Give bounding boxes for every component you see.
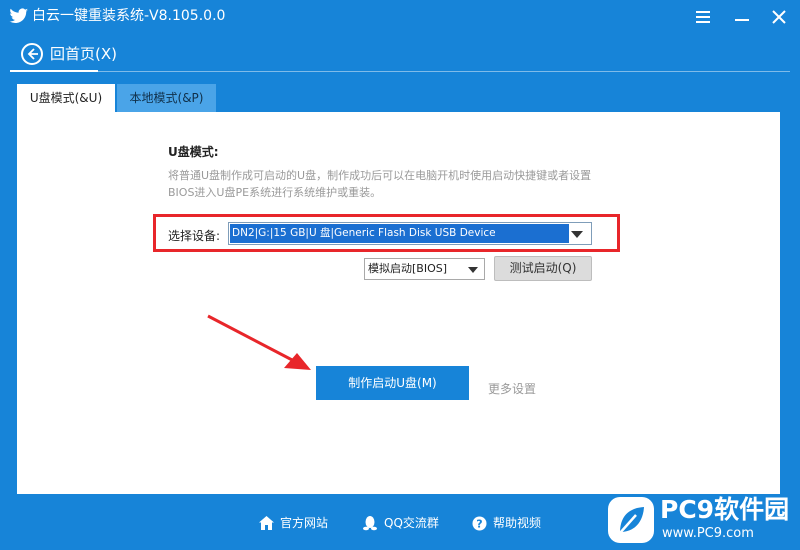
watermark-title: PC9软件园 — [660, 495, 790, 524]
back-button[interactable] — [21, 43, 43, 65]
minimize-icon — [735, 19, 749, 21]
more-settings-link[interactable]: 更多设置 — [488, 381, 536, 397]
tab-usb-mode[interactable]: U盘模式(&U) — [17, 84, 115, 113]
qq-penguin-icon — [363, 516, 377, 531]
bird-icon — [9, 8, 29, 24]
help-video-label: 帮助视频 — [493, 516, 542, 530]
minimize-button[interactable] — [729, 4, 755, 30]
official-site-link[interactable]: 官方网站 — [259, 514, 339, 532]
header-divider — [10, 71, 790, 72]
boot-mode-value: 模拟启动[BIOS] — [368, 262, 448, 275]
help-video-link[interactable]: ? 帮助视频 — [472, 514, 552, 532]
watermark-url: www.PC9.com — [662, 526, 754, 541]
test-boot-button[interactable]: 测试启动(Q) — [494, 256, 592, 281]
device-select-value: DN2|G:|15 GB|U 盘|Generic Flash Disk USB … — [230, 224, 569, 243]
home-icon — [259, 516, 274, 530]
qq-group-link[interactable]: QQ交流群 — [363, 514, 453, 532]
official-site-label: 官方网站 — [280, 516, 329, 530]
title-bar: 白云一键重装系统-V8.105.0.0 — [0, 0, 800, 34]
device-select[interactable]: DN2|G:|15 GB|U 盘|Generic Flash Disk USB … — [228, 222, 592, 245]
boot-mode-select[interactable]: 模拟启动[BIOS] — [364, 258, 485, 280]
chevron-down-icon[interactable] — [571, 231, 583, 238]
svg-text:?: ? — [476, 518, 482, 531]
menu-button[interactable] — [690, 4, 716, 30]
tab-local-mode[interactable]: 本地模式(&P) — [117, 84, 216, 113]
red-arrow-annotation — [207, 314, 311, 370]
close-icon — [772, 10, 786, 24]
make-bootable-usb-button[interactable]: 制作启动U盘(M) — [316, 366, 469, 400]
close-button[interactable] — [766, 4, 792, 30]
help-icon: ? — [472, 516, 487, 531]
mode-description: 将普通U盘制作成可启动的U盘，制作成功后可以在电脑开机时使用启动快捷键或者设置B… — [168, 169, 592, 199]
watermark-logo — [608, 497, 654, 543]
section-title: U盘模式: — [168, 145, 219, 159]
leaf-logo-icon — [619, 507, 644, 534]
window-title: 白云一键重装系统-V8.105.0.0 — [32, 8, 226, 24]
menu-icon — [696, 11, 710, 23]
back-home-link[interactable]: 回首页(X) — [50, 45, 117, 63]
device-label: 选择设备: — [168, 229, 221, 243]
arrow-left-icon — [27, 48, 38, 60]
qq-group-label: QQ交流群 — [384, 516, 439, 530]
chevron-down-icon — [468, 267, 478, 273]
